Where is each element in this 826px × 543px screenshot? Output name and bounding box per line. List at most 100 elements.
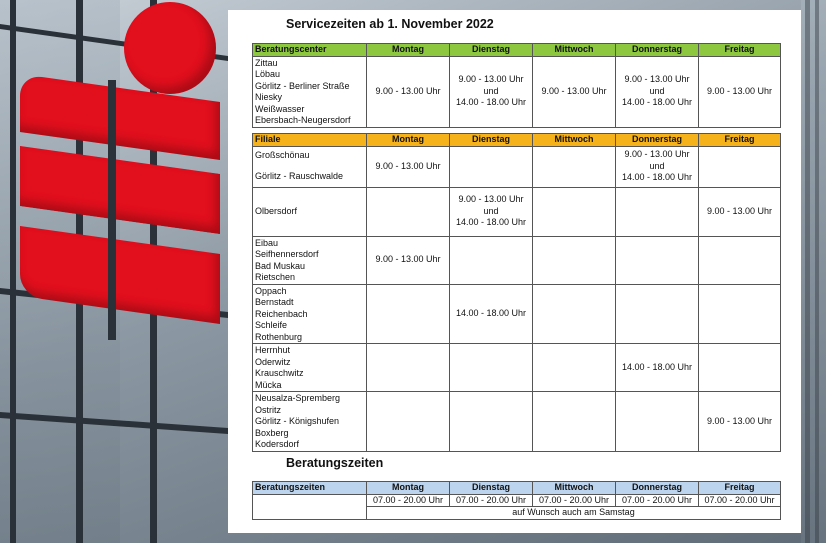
location-name: Seifhennersdorf (255, 249, 319, 259)
location-name: Oderwitz (255, 356, 291, 367)
location-name: Herrnhut (255, 345, 291, 355)
time-cell: 9.00 - 13.00 Uhr und 14.00 - 18.00 Uhr (615, 145, 699, 188)
time-cell: 9.00 - 13.00 Uhr und 14.00 - 18.00 Uhr (615, 55, 699, 128)
time-text: 14.00 - 18.00 Uhr (455, 97, 527, 108)
time-text: und (483, 85, 499, 96)
time-cell (532, 391, 616, 452)
time-text: 9.00 - 13.00 Uhr (458, 74, 524, 85)
time-cell: 9.00 - 13.00 Uhr (366, 235, 450, 285)
day-header-freitag: Freitag (698, 133, 781, 147)
time-cell (532, 343, 616, 392)
table-row: Zittau Löbau Görlitz - Berliner Straße N… (252, 55, 781, 128)
time-text: 9.00 - 13.00 Uhr (458, 194, 524, 205)
time-cell (698, 283, 781, 344)
location-name: Görlitz - Berliner Straße (255, 80, 350, 91)
beratungscenter-header-row: Beratungscenter Montag Dienstag Mittwoch… (252, 43, 781, 57)
time-cell: 9.00 - 13.00 Uhr (698, 391, 781, 452)
location-name: Oppach (255, 285, 287, 296)
time-text: 14.00 - 18.00 Uhr (621, 172, 693, 183)
day-header-freitag: Freitag (698, 43, 781, 57)
location-list: Zittau Löbau Görlitz - Berliner Straße N… (252, 55, 367, 128)
table-row: Großschönau Görlitz - Rauschwalde 9.00 -… (252, 145, 781, 188)
time-cell: 07.00 - 20.00 Uhr (698, 493, 781, 507)
schedule-panel: Servicezeiten ab 1. November 2022 Beratu… (228, 10, 801, 533)
day-header-mittwoch: Mittwoch (532, 43, 616, 57)
beratungszeiten-table: Beratungszeiten Montag Dienstag Mittwoch… (252, 481, 781, 520)
time-cell (449, 391, 533, 452)
beratungscenter-header: Beratungscenter (252, 43, 367, 57)
day-header-freitag: Freitag (698, 481, 781, 495)
location-list: Großschönau Görlitz - Rauschwalde (252, 145, 367, 188)
time-cell (532, 186, 616, 237)
time-cell (532, 283, 616, 344)
saturday-note: auf Wunsch auch am Samstag (366, 506, 781, 520)
time-text: 14.00 - 18.00 Uhr (621, 97, 693, 108)
time-text: 9.00 - 13.00 Uhr (624, 74, 690, 85)
location-name: Reichenbach (255, 308, 308, 319)
filiale-table: Filiale Montag Dienstag Mittwoch Donners… (252, 133, 781, 452)
day-header-donnerstag: Donnerstag (615, 481, 699, 495)
table-row: 07.00 - 20.00 Uhr 07.00 - 20.00 Uhr 07.0… (252, 493, 781, 520)
time-text: 9.00 - 13.00 Uhr (624, 149, 690, 160)
beratungscenter-table: Beratungscenter Montag Dienstag Mittwoch… (252, 43, 781, 128)
time-cell: 9.00 - 13.00 Uhr (532, 55, 616, 128)
location-name: Schleife (255, 320, 288, 330)
time-cell (366, 186, 450, 237)
location-name: Krauschwitz (255, 368, 304, 378)
location-name: Rietschen (255, 272, 296, 282)
time-text: und (483, 205, 499, 216)
time-cell (449, 343, 533, 392)
beratungszeiten-title: Beratungszeiten (286, 456, 384, 470)
day-header-montag: Montag (366, 133, 450, 147)
time-cell: 9.00 - 13.00 Uhr und 14.00 - 18.00 Uhr (449, 186, 533, 237)
time-cell: 9.00 - 13.00 Uhr (366, 145, 450, 188)
empty-cell (252, 493, 367, 520)
location-name: Boxberg (255, 427, 289, 438)
time-cell: 07.00 - 20.00 Uhr (615, 493, 699, 507)
time-cell (615, 283, 699, 344)
time-cell: 14.00 - 18.00 Uhr (449, 283, 533, 344)
location-name: Görlitz - Rauschwalde (255, 171, 344, 181)
location-name: Niesky (255, 92, 283, 102)
time-cell: 9.00 - 13.00 Uhr (366, 55, 450, 128)
time-text: und (649, 160, 665, 171)
time-cell (615, 186, 699, 237)
time-cell: 14.00 - 18.00 Uhr (615, 343, 699, 392)
time-cell (449, 235, 533, 285)
day-header-mittwoch: Mittwoch (532, 133, 616, 147)
location-name: Löbau (255, 69, 281, 79)
beratungszeiten-header-row: Beratungszeiten Montag Dienstag Mittwoch… (252, 481, 781, 495)
time-cell (449, 145, 533, 188)
time-cell (532, 235, 616, 285)
page-title: Servicezeiten ab 1. November 2022 (286, 17, 494, 31)
logo-dot (124, 2, 216, 94)
time-cell (615, 391, 699, 452)
day-header-donnerstag: Donnerstag (615, 133, 699, 147)
time-text: und (649, 85, 665, 96)
time-cell (698, 235, 781, 285)
time-cell: 9.00 - 13.00 Uhr (698, 186, 781, 237)
location-list: Neusalza-Spremberg Ostritz Görlitz - Kön… (252, 391, 367, 452)
location-list: Herrnhut Oderwitz Krauschwitz Mücka (252, 343, 367, 392)
time-cell (366, 391, 450, 452)
time-cell: 9.00 - 13.00 Uhr und 14.00 - 18.00 Uhr (449, 55, 533, 128)
day-header-dienstag: Dienstag (449, 43, 533, 57)
table-row: Olbersdorf 9.00 - 13.00 Uhr und 14.00 - … (252, 186, 781, 237)
time-text: 14.00 - 18.00 Uhr (455, 217, 527, 228)
location-list: Eibau Seifhennersdorf Bad Muskau Rietsch… (252, 235, 367, 285)
location-name: Bad Muskau (255, 260, 306, 271)
time-cell: 07.00 - 20.00 Uhr (449, 493, 533, 507)
time-cell: 07.00 - 20.00 Uhr (366, 493, 450, 507)
location-name: Eibau (255, 237, 279, 248)
day-header-dienstag: Dienstag (449, 133, 533, 147)
time-cell (615, 235, 699, 285)
time-cell (698, 343, 781, 392)
location-name: Olbersdorf (255, 206, 298, 217)
day-header-mittwoch: Mittwoch (532, 481, 616, 495)
location-name: Weißwasser (255, 103, 305, 114)
location-name: Görlitz - Königshufen (255, 416, 340, 426)
location-name: Ostritz (255, 404, 281, 415)
day-header-dienstag: Dienstag (449, 481, 533, 495)
time-cell: 9.00 - 13.00 Uhr (698, 55, 781, 128)
table-row: Eibau Seifhennersdorf Bad Muskau Rietsch… (252, 235, 781, 285)
